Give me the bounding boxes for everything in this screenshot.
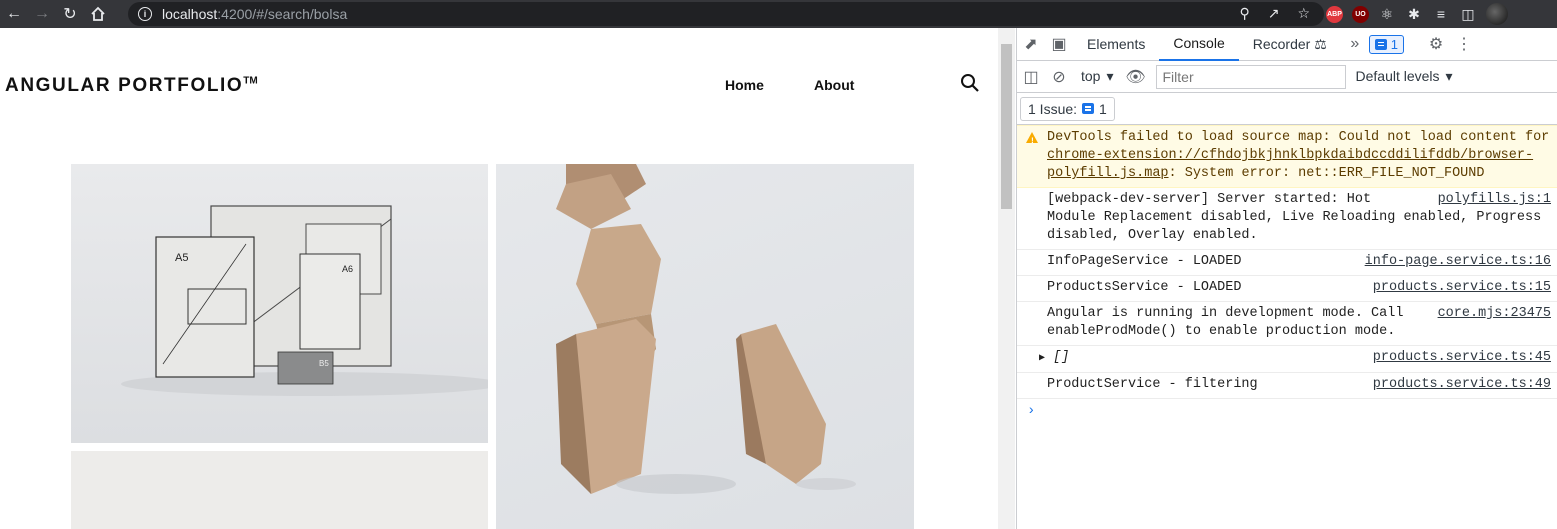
recorder-tab-label: Recorder xyxy=(1252,36,1311,52)
console-log: DevTools failed to load source map: Coul… xyxy=(1017,125,1557,423)
reading-list-icon[interactable]: ≡ xyxy=(1432,6,1450,22)
console-message: products.service.ts:49 ProductService - … xyxy=(1017,373,1557,399)
source-link[interactable]: products.service.ts:49 xyxy=(1373,376,1551,394)
browser-toolbar: ← → ↻ i localhost:4200/#/search/bolsa ⚲ … xyxy=(0,0,1557,28)
adblock-plus-icon[interactable]: ABP xyxy=(1326,5,1343,23)
profile-avatar[interactable] xyxy=(1486,3,1508,25)
console-warning: DevTools failed to load source map: Coul… xyxy=(1017,125,1557,188)
ublock-icon[interactable]: UO xyxy=(1352,5,1369,23)
console-message: polyfills.js:1 [webpack-dev-server] Serv… xyxy=(1017,188,1557,250)
a5-label: A5 xyxy=(175,252,188,264)
a6-label: A6 xyxy=(342,264,353,274)
message-text: ProductsService - LOADED xyxy=(1047,280,1242,295)
back-icon[interactable]: ← xyxy=(0,0,28,28)
tab-console[interactable]: Console xyxy=(1159,28,1239,61)
console-message: products.service.ts:45 ▶ [] xyxy=(1017,346,1557,373)
console-message: products.service.ts:15 ProductsService -… xyxy=(1017,276,1557,302)
prompt-chevron-icon: › xyxy=(1027,403,1036,419)
settings-gear-icon[interactable]: ⚙ xyxy=(1422,28,1450,61)
dropdown-arrow-icon: ▾ xyxy=(1106,68,1114,84)
address-bar[interactable]: i localhost:4200/#/search/bolsa ⚲ ↗ ☆ xyxy=(128,2,1324,26)
source-link[interactable]: info-page.service.ts:16 xyxy=(1365,253,1551,271)
device-toolbar-icon[interactable]: ▣ xyxy=(1045,28,1073,61)
tab-recorder[interactable]: Recorder ⚖ xyxy=(1239,28,1341,61)
site-brand[interactable]: ANGULAR PORTFOLIOTM xyxy=(5,75,258,97)
zoom-icon[interactable]: ⚲ xyxy=(1239,5,1249,22)
console-message: info-page.service.ts:16 InfoPageService … xyxy=(1017,250,1557,276)
message-text: Angular is running in development mode. … xyxy=(1047,306,1404,339)
expand-triangle-icon[interactable]: ▶ xyxy=(1039,353,1045,364)
sidebar-toggle-icon[interactable]: ◫ xyxy=(1017,60,1045,93)
live-expression-eye-icon[interactable]: 👁 xyxy=(1122,60,1150,93)
source-link[interactable]: products.service.ts:15 xyxy=(1373,279,1551,297)
url-host: localhost xyxy=(162,6,218,22)
bookmark-star-icon[interactable]: ☆ xyxy=(1297,5,1310,22)
flask-icon: ⚖ xyxy=(1314,35,1327,52)
extensions-puzzle-icon[interactable]: ✱ xyxy=(1405,6,1423,23)
context-label: top xyxy=(1081,68,1101,84)
url-path: :4200/#/search/bolsa xyxy=(217,6,348,22)
context-selector[interactable]: top ▾ xyxy=(1073,68,1122,85)
react-devtools-icon[interactable]: ⚛ xyxy=(1378,6,1396,23)
levels-arrow-icon: ▾ xyxy=(1445,68,1453,84)
brand-trademark: TM xyxy=(243,75,258,87)
portfolio-card-light-product[interactable] xyxy=(71,451,488,529)
issues-bar: 1 Issue: 1 xyxy=(1017,93,1557,125)
web-page: ANGULAR PORTFOLIOTM Home About A5 A6 B5 xyxy=(0,28,998,529)
clear-console-icon[interactable]: ⊘ xyxy=(1045,60,1073,93)
nav-about-link[interactable]: About xyxy=(814,77,854,93)
nav-home-link[interactable]: Home xyxy=(725,77,764,93)
console-filter-input[interactable]: Filter xyxy=(1155,64,1346,89)
message-text[interactable]: [] xyxy=(1053,350,1069,365)
warning-text-end: : System error: net::ERR_FILE_NOT_FOUND xyxy=(1168,166,1485,181)
devtools-panel: ⬈ ▣ Elements Console Recorder ⚖ » 1 ⚙ ⋮ … xyxy=(1016,28,1557,529)
portfolio-card-stationery[interactable]: A5 A6 B5 xyxy=(71,164,488,443)
home-icon[interactable] xyxy=(84,0,112,28)
portfolio-card-wooden-blocks[interactable] xyxy=(496,164,914,529)
wooden-blocks-image xyxy=(556,164,856,494)
tab-elements[interactable]: Elements xyxy=(1073,28,1159,61)
warning-text-start: DevTools failed to load source map: Coul… xyxy=(1047,130,1550,145)
console-prompt[interactable]: › xyxy=(1017,399,1557,423)
issues-counter-button[interactable]: 1 xyxy=(1368,34,1405,54)
source-link[interactable]: products.service.ts:45 xyxy=(1373,349,1551,367)
stationery-mockup-image: A5 A6 B5 xyxy=(121,205,488,396)
issue-message-icon xyxy=(1082,103,1095,114)
side-panel-icon[interactable]: ◫ xyxy=(1459,6,1477,23)
page-scrollbar-thumb[interactable] xyxy=(1001,44,1012,209)
log-levels-dropdown[interactable]: Default levels ▾ xyxy=(1356,68,1453,85)
console-message: core.mjs:23475 Angular is running in dev… xyxy=(1017,302,1557,346)
console-toolbar: ◫ ⊘ top ▾ 👁 Filter Default levels ▾ xyxy=(1017,61,1557,93)
log-levels-label: Default levels xyxy=(1355,68,1440,84)
inspect-element-icon[interactable]: ⬈ xyxy=(1017,28,1045,61)
source-link[interactable]: core.mjs:23475 xyxy=(1438,305,1551,323)
search-icon[interactable] xyxy=(960,73,980,93)
issues-label: 1 Issue: xyxy=(1028,100,1078,117)
reload-icon[interactable]: ↻ xyxy=(56,0,84,28)
source-link[interactable]: polyfills.js:1 xyxy=(1438,191,1551,209)
page-scrollbar[interactable] xyxy=(998,28,1015,529)
forward-icon[interactable]: → xyxy=(28,0,56,28)
message-icon xyxy=(1374,38,1387,50)
devtools-tabbar: ⬈ ▣ Elements Console Recorder ⚖ » 1 ⚙ ⋮ xyxy=(1017,28,1557,61)
issues-link-button[interactable]: 1 Issue: 1 xyxy=(1020,96,1115,121)
message-text: ProductService - filtering xyxy=(1047,377,1258,392)
message-text: InfoPageService - LOADED xyxy=(1047,254,1242,269)
share-icon[interactable]: ↗ xyxy=(1268,5,1280,22)
brand-text: ANGULAR PORTFOLIO xyxy=(5,75,244,96)
issues-bar-count: 1 xyxy=(1099,100,1107,117)
kebab-menu-icon[interactable]: ⋮ xyxy=(1450,28,1478,61)
issues-counter: 1 xyxy=(1390,36,1399,52)
more-tabs-icon[interactable]: » xyxy=(1341,28,1369,61)
info-icon[interactable]: i xyxy=(138,7,152,21)
warning-icon xyxy=(1026,132,1038,151)
b5-label: B5 xyxy=(319,359,329,368)
